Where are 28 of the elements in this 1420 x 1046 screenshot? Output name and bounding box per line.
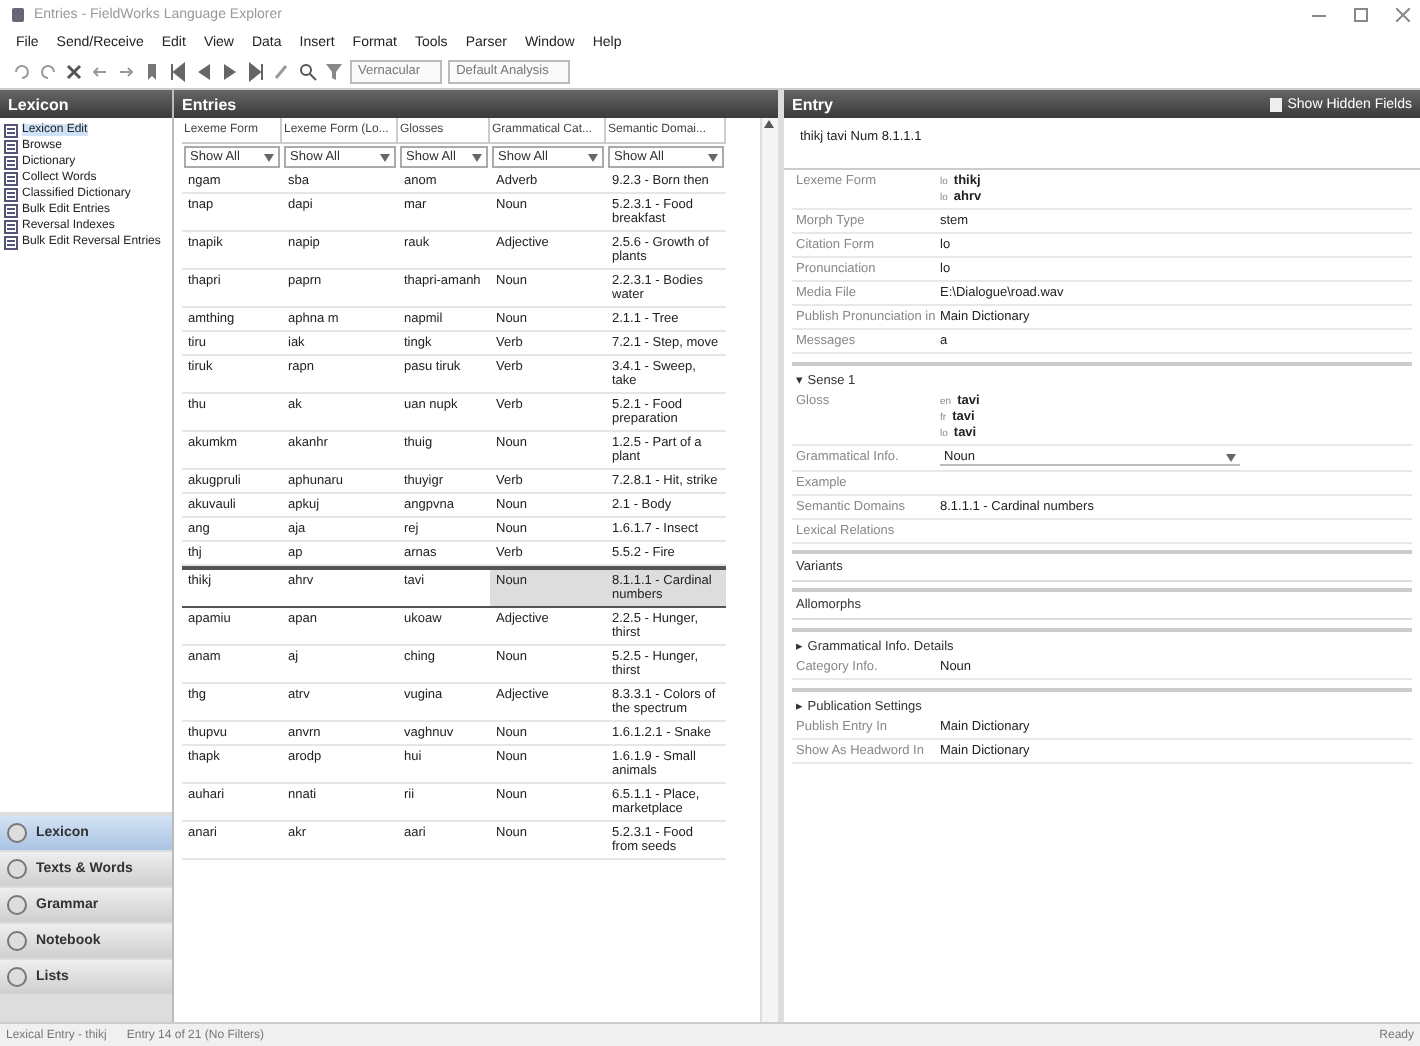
maximize-icon[interactable] xyxy=(1354,8,1368,22)
circle-icon xyxy=(6,966,28,988)
dropdown-arrow-icon xyxy=(708,154,718,162)
undo-icon[interactable] xyxy=(12,62,32,82)
last-record-icon[interactable] xyxy=(246,62,266,82)
next-record-icon[interactable] xyxy=(220,62,240,82)
circle-icon xyxy=(6,930,28,952)
sidebar-header: Lexicon xyxy=(0,90,172,118)
forward-icon[interactable] xyxy=(116,62,136,82)
first-record-icon[interactable] xyxy=(168,62,188,82)
find-icon[interactable] xyxy=(298,62,318,82)
dropdown-arrow-icon xyxy=(380,154,390,162)
delete-icon[interactable] xyxy=(64,62,84,82)
circle-icon xyxy=(6,822,28,844)
dropdown-arrow-icon xyxy=(1226,454,1236,462)
circle-icon xyxy=(6,894,28,916)
dropdown-arrow-icon xyxy=(264,154,274,162)
pane-header: Entry xyxy=(792,95,833,113)
pane-header: Entries xyxy=(174,90,778,118)
close-icon[interactable] xyxy=(1396,8,1410,22)
filter-icon[interactable] xyxy=(324,62,344,82)
bookmark-icon[interactable] xyxy=(142,62,162,82)
dropdown-arrow-icon xyxy=(588,154,598,162)
previous-record-icon[interactable] xyxy=(194,62,214,82)
circle-icon xyxy=(6,858,28,880)
app-icon xyxy=(10,6,26,24)
page-icon xyxy=(1269,97,1282,111)
dropdown-arrow-icon xyxy=(472,154,482,162)
